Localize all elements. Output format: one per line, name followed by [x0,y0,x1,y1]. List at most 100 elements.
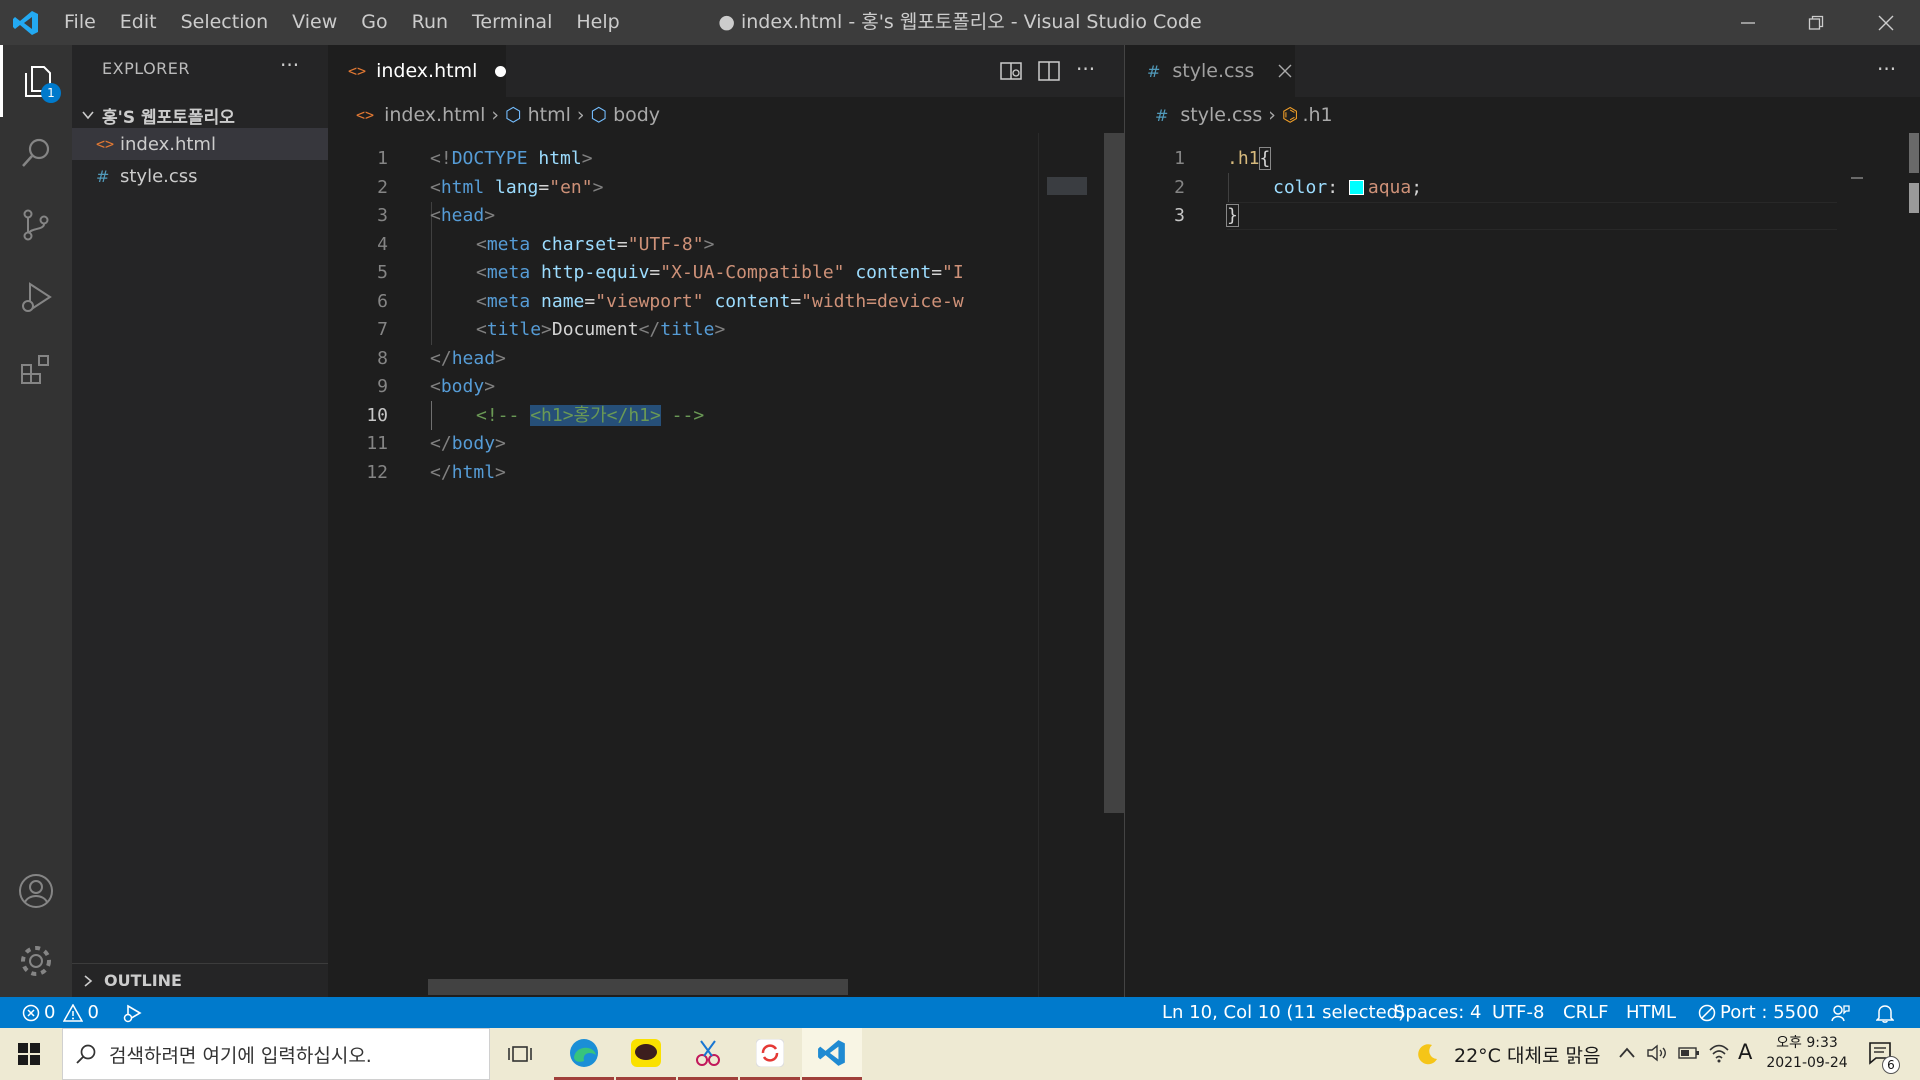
windows-start-icon[interactable] [18,1043,40,1065]
file-item-style-css[interactable]: # style.css [72,160,328,192]
line-number-active: 3 [1174,205,1185,226]
folder-header[interactable]: 홍'S 웹포토폴리오 [72,101,328,128]
folder-name: 홍'S 웹포토폴리오 [102,108,235,128]
chevron-up-icon[interactable] [1618,1045,1636,1061]
breadcrumb-item-selector[interactable]: .h1 [1302,104,1332,126]
activity-search[interactable] [0,117,72,189]
token: body [440,376,485,397]
menu-run[interactable]: Run [400,0,460,45]
cursor-position[interactable]: Ln 10, Col 10 (11 selected) [1162,997,1405,1028]
selector-symbol-icon: ⌬ [1281,104,1299,126]
error-count: 0 [44,1002,56,1023]
activity-manage[interactable] [0,925,72,997]
task-view-button[interactable] [490,1028,550,1080]
activity-run-debug[interactable] [0,261,72,333]
bell-icon[interactable] [1876,1003,1894,1023]
unsaved-dot-icon[interactable] [495,65,506,77]
file-item-index-html[interactable]: <> index.html [72,128,328,160]
outline-section-header[interactable]: OUTLINE [72,963,328,997]
token: </ [430,433,452,454]
taskbar-app-snipping[interactable] [678,1028,738,1080]
live-share-icon[interactable] [122,1003,144,1023]
taskbar-app-vscode[interactable] [802,1028,862,1080]
weather-text[interactable]: 22°C 대체로 맑음 [1454,1041,1600,1068]
notification-count-badge: 6 [1882,1056,1900,1074]
token: : [1327,176,1349,198]
code-area-index-html[interactable]: <!DOCTYPE html> <html lang="en"> <head> … [430,145,964,845]
open-preview-icon[interactable] [1000,61,1022,81]
weather-moon-icon[interactable] [1416,1042,1440,1066]
token: "en" [549,176,593,198]
settings-gear-icon [21,946,51,976]
token: < [430,376,441,397]
vertical-scrollbar-thumb[interactable] [1909,133,1919,173]
token: </ [638,319,661,340]
activity-source-control[interactable] [0,189,72,261]
clock-date[interactable]: 2021-09-24 [1766,1055,1848,1071]
token: = [616,233,628,255]
end-of-line[interactable]: CRLF [1563,997,1608,1028]
menu-view[interactable]: View [280,0,349,45]
breadcrumb-item-body[interactable]: body [613,104,660,126]
wifi-icon[interactable] [1708,1042,1730,1064]
search-placeholder: 검색하려면 여기에 입력하십시오. [109,1044,372,1067]
indentation[interactable]: Spaces: 4 [1394,997,1481,1028]
token: charset [530,233,617,255]
menu-terminal[interactable]: Terminal [460,0,564,45]
code-area-style-css[interactable]: .h1{ color: aqua; } [1226,145,1837,445]
encoding[interactable]: UTF-8 [1492,997,1544,1028]
ime-indicator[interactable]: A [1738,1040,1752,1064]
problems-indicator[interactable]: 0 0 [22,997,99,1028]
token: Document [551,319,639,340]
editor-more-actions-icon[interactable]: ··· [1076,57,1095,81]
color-swatch-icon[interactable] [1348,180,1364,195]
vertical-scrollbar-thumb[interactable] [1104,133,1124,813]
breadcrumb-item-file[interactable]: style.css [1180,104,1262,126]
menu-edit[interactable]: Edit [108,0,169,45]
menu-help[interactable]: Help [564,0,631,45]
taskbar-app-edge[interactable] [554,1028,614,1080]
tab-style-css[interactable]: # style.css [1125,45,1295,97]
volume-icon[interactable] [1646,1043,1668,1063]
taskbar-app-kakaotalk[interactable] [616,1028,676,1080]
battery-icon[interactable] [1678,1045,1700,1061]
breadcrumb-item-html[interactable]: html [528,104,571,126]
close-window-button[interactable] [1852,0,1920,45]
token: title [486,319,542,340]
activity-extensions[interactable] [0,333,72,405]
clock-time[interactable]: 오후 9:33 [1774,1032,1840,1052]
taskbar-app-sync[interactable] [740,1028,800,1080]
language-mode[interactable]: HTML [1626,997,1676,1028]
minimap-slider[interactable] [1047,177,1087,195]
activity-accounts[interactable] [0,855,72,927]
minimize-button[interactable] [1714,0,1782,45]
minimap[interactable] [1845,133,1901,179]
close-tab-icon[interactable] [1278,64,1292,78]
html-file-icon: <> [96,135,115,153]
token: html [451,461,496,483]
minimap[interactable] [1038,133,1108,997]
editor-more-actions-icon[interactable]: ··· [1877,57,1896,81]
explorer-more-icon[interactable]: ··· [280,53,299,77]
chevron-down-icon [82,111,94,120]
status-bar: 0 0 Ln 10, Col 10 (11 selected) Spaces: … [0,997,1920,1028]
code-line: <!DOCTYPE html> [430,145,593,173]
tab-index-html[interactable]: <> index.html [328,45,506,97]
horizontal-scrollbar-thumb[interactable] [428,979,848,995]
line-number: 2 [377,176,388,198]
menu-selection[interactable]: Selection [169,0,281,45]
no-entry-icon [1698,1004,1716,1021]
activity-explorer[interactable]: 1 [0,45,72,117]
vscode-icon [818,1039,845,1066]
breadcrumb-item-file[interactable]: index.html [384,104,485,126]
menu-file[interactable]: File [52,0,108,45]
taskbar-search-box[interactable]: 검색하려면 여기에 입력하십시오. [62,1028,490,1080]
breadcrumb-separator-icon: › [1268,104,1276,126]
split-editor-icon[interactable] [1038,61,1060,81]
code-line: <title>Document</title> [476,316,725,344]
menu-go[interactable]: Go [349,0,399,45]
live-server-port[interactable]: Port : 5500 [1698,997,1819,1028]
restore-button[interactable] [1782,0,1850,45]
warning-count: 0 [87,1002,99,1023]
feedback-icon[interactable] [1830,1003,1850,1023]
